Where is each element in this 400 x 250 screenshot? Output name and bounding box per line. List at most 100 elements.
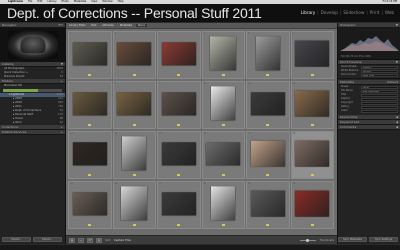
thumbnail-cell[interactable]: 2 <box>112 31 156 79</box>
pick-flag-icon[interactable] <box>310 224 314 226</box>
thumbnail-cell[interactable]: 21 <box>157 181 201 229</box>
thumbnail-cell[interactable]: 19 <box>68 181 112 229</box>
quick-develop-header[interactable]: Quick Develop ▼ <box>338 60 400 65</box>
photo-thumbnail[interactable] <box>210 36 237 71</box>
pick-flag-icon[interactable] <box>310 174 314 176</box>
photo-thumbnail[interactable] <box>250 92 285 116</box>
pick-flag-icon[interactable] <box>177 74 181 76</box>
metadata-value[interactable]: IMG_0418.CR2 <box>361 89 398 93</box>
module-slideshow[interactable]: Slideshow <box>341 10 366 15</box>
sort-select[interactable]: Capture Time <box>114 239 131 242</box>
photo-thumbnail[interactable] <box>72 142 107 166</box>
metadata-value[interactable] <box>361 105 398 109</box>
photo-thumbnail[interactable] <box>161 42 196 66</box>
thumbnail-cell[interactable]: 4 <box>201 31 245 79</box>
thumbnail-cell[interactable]: 12 <box>290 81 334 129</box>
photo-thumbnail[interactable] <box>161 192 196 216</box>
pick-flag-icon[interactable] <box>266 174 270 176</box>
pick-flag-icon[interactable] <box>266 224 270 226</box>
quick-develop-value[interactable]: Custom <box>361 65 398 69</box>
thumbnail-cell[interactable]: 13 <box>68 131 112 179</box>
thumbnail-cell[interactable]: 10 <box>201 81 245 129</box>
thumbnail-cell[interactable]: 8 <box>112 81 156 129</box>
photo-thumbnail[interactable] <box>121 186 148 221</box>
photo-thumbnail[interactable] <box>161 92 196 116</box>
thumbnail-cell[interactable]: 23 <box>246 181 290 229</box>
import-button[interactable]: Import... <box>2 237 31 242</box>
thumbnail-cell[interactable]: 3 <box>157 31 201 79</box>
thumbnail-cell[interactable]: 7 <box>68 81 112 129</box>
pick-flag-icon[interactable] <box>177 174 181 176</box>
thumbnail-cell[interactable]: 6 <box>290 31 334 79</box>
photo-thumbnail[interactable] <box>295 90 330 117</box>
photo-thumbnail[interactable] <box>250 190 285 217</box>
collapse-triangle-icon[interactable]: ▼ <box>396 60 398 64</box>
add-folder-icon[interactable]: + <box>60 79 63 83</box>
photo-thumbnail[interactable] <box>255 36 280 71</box>
photo-thumbnail[interactable] <box>211 186 236 221</box>
thumbnail-cell[interactable]: 20 <box>112 181 156 229</box>
metadata-value[interactable] <box>361 97 398 101</box>
pick-flag-icon[interactable] <box>132 224 136 226</box>
comments-header[interactable]: Comments ◀ <box>338 125 400 130</box>
pick-flag-icon[interactable] <box>88 174 92 176</box>
sync-metadata-button[interactable]: Sync Metadata <box>338 237 367 242</box>
thumbnail-cell[interactable]: 22 <box>201 181 245 229</box>
filter-text[interactable]: Text <box>89 24 98 27</box>
pick-flag-icon[interactable] <box>266 124 270 126</box>
thumbnail-cell[interactable]: 11 <box>246 81 290 129</box>
quick-develop-value[interactable]: Auto Tone <box>361 73 398 77</box>
pick-flag-icon[interactable] <box>221 124 225 126</box>
module-print[interactable]: Print <box>368 10 382 15</box>
photo-thumbnail[interactable] <box>72 92 107 116</box>
thumbnail-cell[interactable]: 14 <box>112 131 156 179</box>
photo-thumbnail[interactable] <box>250 140 285 167</box>
thumbnail-cell[interactable]: 18 <box>290 131 334 179</box>
sync-settings-button[interactable]: Sync Settings <box>369 237 398 242</box>
thumbnail-size-slider[interactable] <box>300 238 317 242</box>
metadata-value[interactable] <box>361 101 398 105</box>
pick-flag-icon[interactable] <box>177 124 181 126</box>
pick-flag-icon[interactable] <box>221 74 225 76</box>
metadata-value[interactable] <box>361 109 398 113</box>
quick-develop-value[interactable]: As Shot <box>361 69 398 73</box>
pick-flag-icon[interactable] <box>132 74 136 76</box>
metadata-preset[interactable]: Default <box>387 80 398 84</box>
photo-thumbnail[interactable] <box>117 42 152 66</box>
filmstrip[interactable] <box>0 244 400 250</box>
photo-thumbnail[interactable] <box>72 42 107 66</box>
publish-services-header[interactable]: Publish Services + <box>0 130 65 135</box>
filter-metadata[interactable]: Metadata <box>118 24 134 27</box>
thumbnail-cell[interactable]: 1 <box>68 31 112 79</box>
filter-attribute[interactable]: Attribute <box>100 24 115 27</box>
pick-flag-icon[interactable] <box>310 74 314 76</box>
photo-thumbnail[interactable] <box>295 40 330 67</box>
pick-flag-icon[interactable] <box>310 124 314 126</box>
module-web[interactable]: Web <box>383 10 396 15</box>
metadata-value[interactable] <box>361 93 398 97</box>
slider-knob[interactable] <box>306 238 310 242</box>
loupe-view-button[interactable]: ▭ <box>78 237 84 243</box>
module-library[interactable]: Library <box>299 10 318 15</box>
photo-thumbnail[interactable] <box>117 92 152 116</box>
add-publish-icon[interactable]: + <box>60 130 63 134</box>
pick-flag-icon[interactable] <box>221 224 225 226</box>
photo-thumbnail[interactable] <box>295 190 330 217</box>
thumbnail-cell[interactable]: 9 <box>157 81 201 129</box>
pick-flag-icon[interactable] <box>88 74 92 76</box>
pick-flag-icon[interactable] <box>221 174 225 176</box>
navigator-preview[interactable] <box>0 28 65 62</box>
pick-flag-icon[interactable] <box>132 174 136 176</box>
survey-view-button[interactable]: ▥ <box>96 237 102 243</box>
photo-thumbnail[interactable] <box>206 142 241 166</box>
photo-thumbnail[interactable] <box>72 192 107 216</box>
module-develop[interactable]: Develop <box>319 10 340 15</box>
thumbnail-cell[interactable]: 17 <box>246 131 290 179</box>
export-button[interactable]: Export... <box>33 237 62 242</box>
photo-thumbnail[interactable] <box>295 140 330 167</box>
metadata-value[interactable]: None <box>361 85 398 89</box>
photo-thumbnail[interactable] <box>211 86 236 121</box>
thumbnail-cell[interactable]: 5 <box>246 31 290 79</box>
folders-header[interactable]: Folders + <box>0 79 65 84</box>
catalog-header[interactable]: Catalog ▼ <box>0 62 65 67</box>
